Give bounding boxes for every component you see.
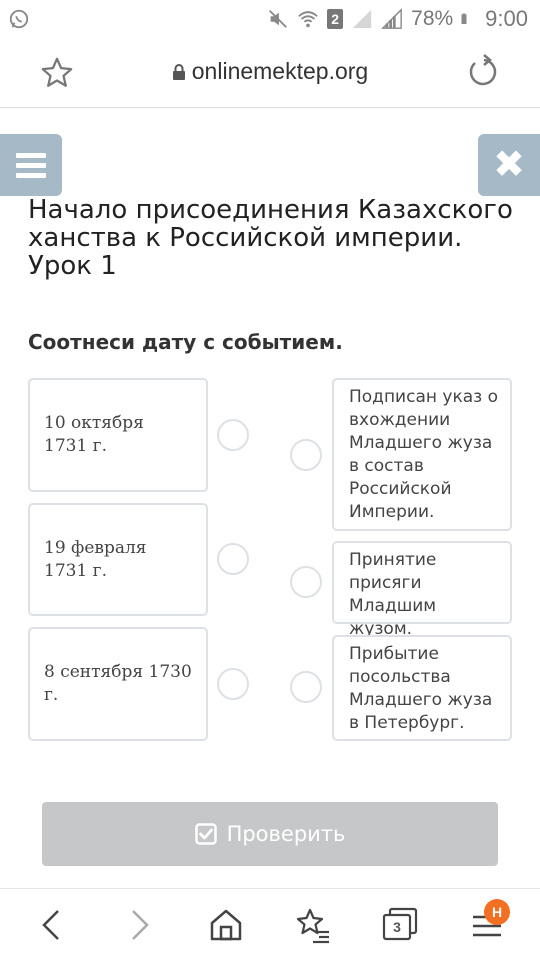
date-connector-2[interactable] (217, 543, 249, 575)
url-text: onlinemektep.org (191, 58, 369, 84)
close-button[interactable]: ✖ (478, 134, 540, 196)
checkbox-check-icon (194, 823, 217, 845)
address-bar[interactable]: onlinemektep.org (0, 58, 540, 85)
event-text: Принятие присяги Младшим жузом. (349, 550, 437, 639)
battery-percent: 78% (411, 7, 454, 30)
date-connector-1[interactable] (217, 419, 249, 451)
status-bar: 2 78% 9:00 (0, 0, 540, 38)
event-connector-1[interactable] (290, 439, 322, 471)
forward-arrow-icon[interactable] (119, 905, 159, 945)
menu-badge: H (484, 899, 510, 925)
date-text: 19 февраля 1731 г. (44, 537, 147, 581)
date-card-1[interactable]: 10 октября 1731 г. (28, 378, 208, 492)
back-arrow-icon[interactable] (32, 905, 72, 945)
date-text: 10 октября 1731 г. (44, 413, 144, 456)
signal-icon (381, 8, 402, 29)
event-text: Прибытие посольства Младшего жуза в Пете… (349, 644, 493, 733)
lesson-title: Начало присоединения Казахского ханства … (28, 195, 513, 281)
check-button-label: Проверить (226, 822, 346, 846)
close-icon: ✖ (493, 142, 525, 186)
event-card-2[interactable]: Принятие присяги Младшим жузом. (332, 541, 512, 639)
mute-icon (269, 10, 288, 28)
home-icon[interactable] (206, 905, 246, 945)
bookmarks-icon[interactable] (293, 905, 333, 945)
check-button[interactable]: Проверить (42, 802, 498, 866)
date-connector-3[interactable] (217, 668, 249, 700)
event-text: Подписан указ о вхождении Младшего жуза … (349, 387, 498, 522)
battery-icon (461, 13, 467, 24)
event-card-1[interactable]: Подписан указ о вхождении Младшего жуза … (332, 378, 512, 531)
sim-2-icon: 2 (327, 9, 344, 29)
whatsapp-icon (9, 9, 29, 29)
browser-bottom-nav: 3 H (0, 888, 540, 960)
task-instruction: Соотнеси дату с событием. (28, 330, 343, 354)
date-card-3[interactable]: 8 сентября 1730 г. (28, 627, 208, 741)
date-card-2[interactable]: 19 февраля 1731 г. (28, 503, 208, 616)
date-text: 8 сентября 1730 г. (44, 662, 192, 705)
reload-icon[interactable] (466, 54, 502, 90)
hamburger-icon (16, 153, 46, 158)
event-connector-3[interactable] (290, 671, 322, 703)
tabs-icon[interactable]: 3 (380, 905, 420, 945)
menu-button[interactable] (0, 134, 62, 196)
event-connector-2[interactable] (290, 566, 322, 598)
signal-empty-icon (352, 9, 372, 29)
tabs-count: 3 (393, 919, 401, 935)
clock: 9:00 (485, 6, 528, 31)
lock-icon (172, 64, 185, 80)
event-card-3[interactable]: Прибытие посольства Младшего жуза в Пете… (332, 635, 512, 741)
wifi-icon (298, 11, 318, 28)
browser-toolbar: onlinemektep.org (0, 38, 540, 108)
